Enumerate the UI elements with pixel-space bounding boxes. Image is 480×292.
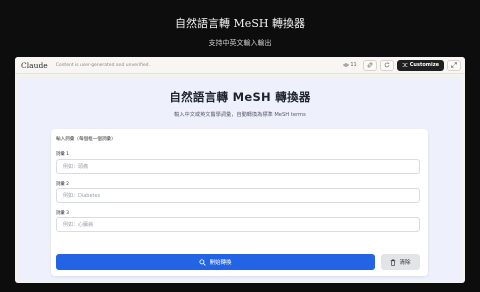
eye-icon — [343, 63, 350, 67]
customize-button[interactable]: Customize — [396, 59, 444, 71]
term-3-label: 詞彙 3 — [56, 211, 69, 216]
term-2-label: 詞彙 2 — [56, 182, 69, 187]
shuffle-icon — [402, 63, 408, 67]
view-count-value: 11 — [350, 62, 357, 68]
customize-label: Customize — [409, 62, 439, 68]
refresh-icon — [384, 62, 390, 68]
page-subtitle: 支持中英文輸入輸出 — [208, 39, 272, 47]
view-count: 11 — [340, 60, 359, 71]
clear-button[interactable]: 清除 — [381, 254, 420, 270]
converter-app: 自然語言轉 MeSH 轉換器 輸入中文或英文醫學詞彙，自動轉換為標準 MeSH … — [18, 77, 462, 281]
claude-logo: Claude — [21, 60, 48, 70]
term-1-input[interactable]: 例如：頭痛 — [56, 159, 420, 174]
convert-button[interactable]: 開始轉換 — [56, 254, 375, 270]
clear-label: 清除 — [399, 260, 411, 266]
term-1-label: 詞彙 1 — [56, 152, 69, 157]
expand-icon — [451, 62, 457, 68]
convert-label: 開始轉換 — [209, 260, 232, 266]
term-3-input[interactable]: 例如：心臟病 — [56, 217, 420, 232]
section-label: 輸入詞彙（每個框一個詞彙） — [56, 137, 116, 142]
trash-icon — [391, 259, 396, 266]
artifact-window: Claude Content is user-generated and unv… — [15, 57, 465, 283]
expand-button[interactable] — [447, 59, 461, 71]
page-title: 自然語言轉 MeSH 轉換器 — [175, 17, 305, 30]
link-icon — [367, 62, 373, 68]
app-subtitle: 輸入中文或英文醫學詞彙，自動轉換為標準 MeSH terms — [174, 112, 306, 118]
link-button[interactable] — [362, 59, 377, 71]
term-2-input[interactable]: 例如：Diabetes — [56, 188, 420, 203]
search-icon — [199, 258, 207, 266]
refresh-button[interactable] — [379, 59, 394, 71]
content-notice: Content is user-generated and unverified… — [55, 62, 150, 68]
app-title: 自然語言轉 MeSH 轉換器 — [169, 90, 311, 104]
window-toolbar: Claude Content is user-generated and unv… — [15, 57, 465, 74]
input-card: 輸入詞彙（每個框一個詞彙） 詞彙 1 例如：頭痛 詞彙 2 例如：Diabete… — [51, 129, 428, 276]
